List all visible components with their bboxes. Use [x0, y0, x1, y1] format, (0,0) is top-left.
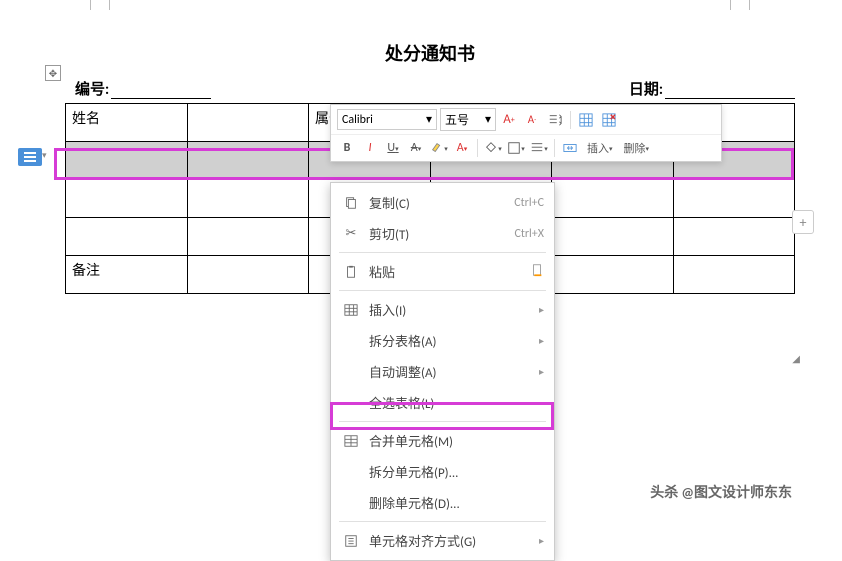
font-name-select[interactable]: Calibri ▾	[337, 109, 437, 130]
chevron-right-icon: ▸	[539, 334, 544, 347]
bold-button[interactable]: B	[337, 138, 357, 158]
ctx-auto-adjust[interactable]: 自动调整(A) ▸	[331, 356, 554, 387]
font-size-value: 五号	[445, 111, 469, 128]
number-label: 编号:	[75, 78, 109, 99]
cell-name[interactable]: 姓名	[66, 104, 188, 142]
font-color-button[interactable]: A▾	[452, 138, 472, 158]
delete-menu-button[interactable]: 删除▾	[620, 138, 654, 158]
insert-menu-button[interactable]: 插入▾	[583, 138, 617, 158]
ctx-copy[interactable]: 复制(C) Ctrl+C	[331, 187, 554, 218]
merge-icon	[341, 433, 361, 449]
align-button[interactable]: ▾	[529, 138, 549, 158]
shading-button[interactable]: ▾	[483, 138, 503, 158]
header-line: 编号: 日期:	[65, 78, 795, 99]
underline-button[interactable]: U▾	[383, 138, 403, 158]
watermark-text: 头杀 @图文设计师东东	[650, 482, 792, 502]
increase-font-button[interactable]: A+	[499, 110, 519, 130]
ctx-paste[interactable]: 粘贴	[331, 256, 554, 287]
border-button[interactable]: ▾	[506, 138, 526, 158]
table-icon	[341, 302, 361, 318]
insert-table-button[interactable]	[576, 110, 596, 130]
date-field-line[interactable]	[665, 78, 795, 99]
paragraph-side-icon[interactable]	[18, 148, 42, 166]
ctx-delete-cell[interactable]: 删除单元格(D)...	[331, 487, 554, 518]
doc-title: 处分通知书	[65, 40, 795, 66]
ctx-insert[interactable]: 插入(I) ▸	[331, 294, 554, 325]
paste-options-icon	[530, 263, 544, 281]
add-column-button[interactable]: +	[792, 210, 814, 234]
ctx-select-all[interactable]: 全选表格(L)	[331, 387, 554, 418]
ctx-split-cell[interactable]: 拆分单元格(P)...	[331, 456, 554, 487]
font-name-value: Calibri	[342, 113, 373, 127]
strikethrough-button[interactable]: A▾	[406, 138, 426, 158]
scissors-icon: ✂	[341, 226, 361, 242]
chevron-right-icon: ▸	[539, 303, 544, 316]
clipboard-icon	[341, 264, 361, 280]
chevron-right-icon: ▸	[539, 534, 544, 547]
ctx-split-table[interactable]: 拆分表格(A) ▸	[331, 325, 554, 356]
merge-cell-button[interactable]	[560, 138, 580, 158]
chevron-right-icon: ▸	[539, 365, 544, 378]
mini-toolbar: Calibri▾ 五号▾ A+ A- B I U▾ A▾ ▾ A▾ ▾ ▾ ▾ …	[330, 104, 722, 162]
ctx-merge-cells[interactable]: 合并单元格(M)	[331, 425, 554, 456]
decrease-font-button[interactable]: A-	[522, 110, 542, 130]
date-label: 日期:	[629, 78, 663, 99]
ctx-cut[interactable]: ✂ 剪切(T) Ctrl+X	[331, 218, 554, 249]
delete-table-button[interactable]	[599, 110, 619, 130]
chevron-down-icon: ▾	[485, 112, 491, 127]
table-resize-handle[interactable]: ◢	[792, 352, 800, 365]
cell[interactable]	[187, 104, 309, 142]
ctx-cell-align[interactable]: 单元格对齐方式(G) ▸	[331, 525, 554, 556]
side-dropdown-icon[interactable]: ▾	[42, 150, 47, 161]
italic-button[interactable]: I	[360, 138, 380, 158]
table-move-handle[interactable]: ✥	[45, 65, 61, 81]
number-field-line[interactable]	[111, 78, 211, 99]
copy-icon	[341, 195, 361, 211]
context-menu: 复制(C) Ctrl+C ✂ 剪切(T) Ctrl+X 粘贴 插入(I) ▸ 拆…	[330, 182, 555, 561]
line-spacing-button[interactable]	[545, 110, 565, 130]
font-size-select[interactable]: 五号 ▾	[440, 108, 496, 131]
align-icon	[341, 533, 361, 549]
highlight-button[interactable]: ▾	[429, 138, 449, 158]
cell-remark[interactable]: 备注	[66, 256, 188, 294]
chevron-down-icon: ▾	[426, 112, 432, 127]
